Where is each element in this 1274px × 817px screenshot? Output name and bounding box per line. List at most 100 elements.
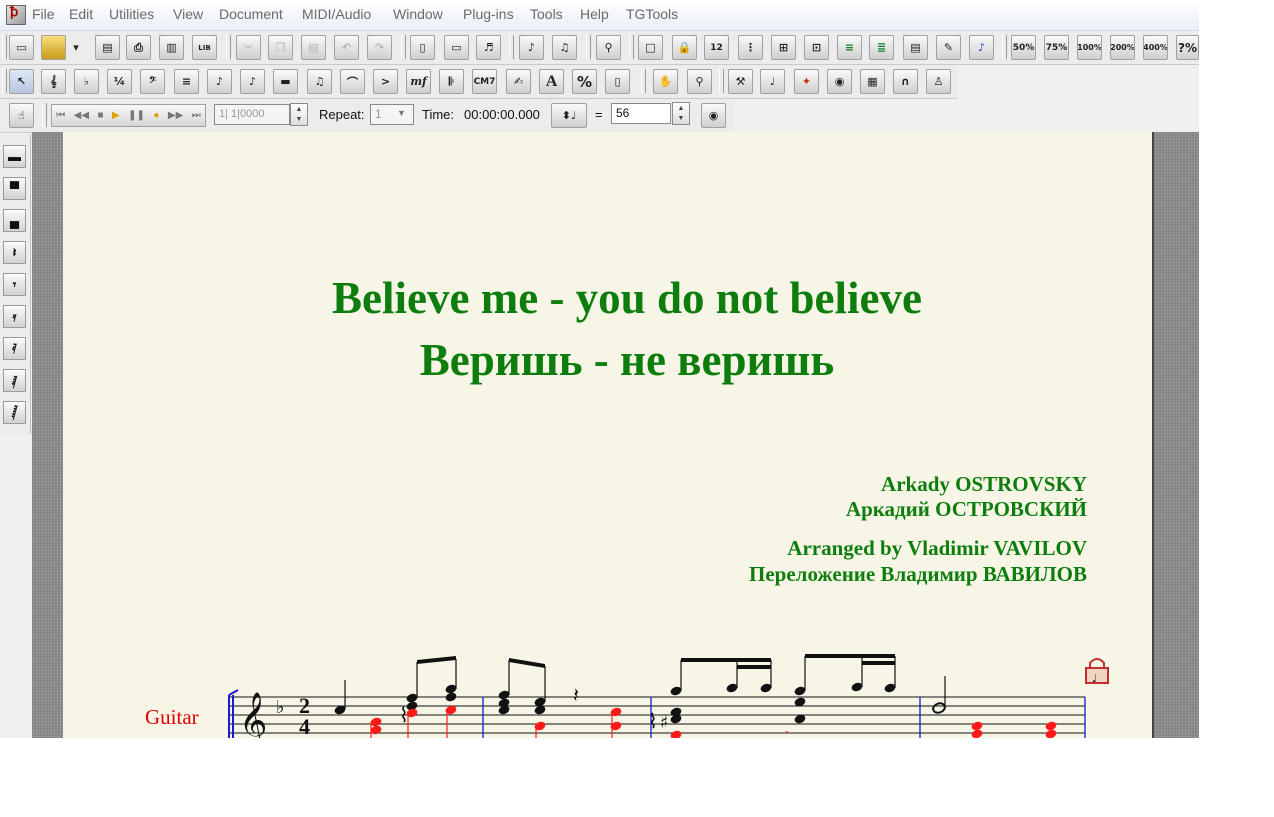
print-icon[interactable]: ⎙ [126, 35, 151, 60]
tempo-field[interactable]: 56 [611, 103, 671, 124]
toolbar-grip[interactable] [2, 35, 7, 59]
speaker-icon[interactable]: ◉ [701, 103, 726, 128]
whole-rest-icon[interactable]: ▀ [3, 177, 26, 200]
speedy-entry-icon[interactable]: ♪ [519, 35, 544, 60]
play-icon[interactable]: ▶ [112, 110, 120, 121]
sixty-fourth-rest-icon[interactable]: 𝅁 [3, 369, 26, 392]
dotted-grid-icon[interactable]: ⊡ [804, 35, 829, 60]
score-title[interactable]: Believe me - you do not believe [63, 272, 1191, 324]
notepad-icon[interactable]: ✎ [936, 35, 961, 60]
menu-utilities[interactable]: Utilities [109, 6, 154, 22]
music-page-icon[interactable]: ♪ [969, 35, 994, 60]
repeat-tool-icon[interactable]: 𝄆 [439, 69, 464, 94]
speedy-entry-tool-icon[interactable]: ♪ [240, 69, 265, 94]
staff-tool-icon[interactable]: 𝄞 [41, 69, 66, 94]
composer-credit[interactable]: Arkady OSTROVSKY [881, 472, 1087, 497]
menu-document[interactable]: Document [219, 6, 283, 22]
quarter-rest-icon[interactable]: 𝄽 [3, 241, 26, 264]
menu-edit[interactable]: Edit [69, 6, 93, 22]
zoom-custom-button[interactable]: ?% [1176, 35, 1199, 60]
zoom-100-button[interactable]: 100% [1077, 35, 1102, 60]
measure-spinner[interactable]: ▲ ▼ [290, 103, 308, 126]
score-subtitle[interactable]: Веришь - не веришь [63, 334, 1191, 386]
undo-icon[interactable]: ↶ [334, 35, 359, 60]
measure-counter-field[interactable]: 1| 1|0000 [214, 104, 290, 125]
menu-file[interactable]: File [32, 6, 55, 22]
studio-view-icon[interactable]: ♬ [476, 35, 501, 60]
arranger-credit-ru[interactable]: Переложение Владимир ВАВИЛОВ [749, 562, 1087, 587]
microphone-icon[interactable]: ⚲ [596, 35, 621, 60]
menu-plug-ins[interactable]: Plug-ins [463, 6, 514, 22]
measure-number-icon[interactable]: 12 [704, 35, 729, 60]
menu-help[interactable]: Help [580, 6, 609, 22]
score-page[interactable]: Believe me - you do not believe Веришь -… [63, 132, 1152, 738]
page-layout-tool-icon[interactable]: ▯ [605, 69, 630, 94]
frame-icon[interactable]: □ [638, 35, 663, 60]
time-signature-tool-icon[interactable]: ¼ [107, 69, 132, 94]
measure-tool-icon[interactable]: ≡ [174, 69, 199, 94]
text-tool-icon[interactable]: A [539, 69, 564, 94]
eighth-rest-icon[interactable]: 𝄾 [3, 273, 26, 296]
hundred-twenty-eighth-rest-icon[interactable]: 𝅂 [3, 401, 26, 424]
clef-tool-icon[interactable]: 𝄢 [140, 69, 165, 94]
tuplet-tool-icon[interactable]: ♫ [307, 69, 332, 94]
copy-icon[interactable]: ❐ [268, 35, 293, 60]
menu-view[interactable]: View [173, 6, 203, 22]
thirty-second-rest-icon[interactable]: 𝅀 [3, 337, 26, 360]
expression-tool-icon[interactable]: mf [406, 69, 431, 94]
scroll-view-icon[interactable]: ▭ [444, 35, 469, 60]
metronome-icon[interactable]: ♙ [926, 69, 951, 94]
menu-tools[interactable]: Tools [530, 6, 563, 22]
double-whole-rest-icon[interactable]: ▬ [3, 145, 26, 168]
repeat-select[interactable]: 1 [370, 104, 414, 125]
menu-tgtools[interactable]: TGTools [626, 6, 678, 22]
special-tools-icon[interactable]: ✦ [794, 69, 819, 94]
menu-midi-audio[interactable]: MIDI/Audio [302, 6, 371, 22]
record-icon[interactable]: ● [153, 110, 159, 121]
guitar-staff[interactable]: 𝄞 ♭ 2 4 ⌇ 𝄽 ⌇ ♯ ″ ♩ [63, 642, 1152, 738]
note-mover-icon[interactable]: ♩ [760, 69, 785, 94]
hand-grabber-icon[interactable]: ✋ [653, 69, 678, 94]
ossia-tool-icon[interactable]: ∩ [893, 69, 918, 94]
graphics-tool-icon[interactable]: ▦ [860, 69, 885, 94]
grid-icon[interactable]: ⊞ [771, 35, 796, 60]
bookmark-page-icon[interactable]: ≣ [869, 35, 894, 60]
open-folder-icon[interactable] [41, 35, 66, 60]
redo-icon[interactable]: ↷ [367, 35, 392, 60]
finale-app-icon[interactable]: ꝥ [6, 5, 26, 25]
hyperscribe-tool-icon[interactable]: ▬ [273, 69, 298, 94]
chord-tool-icon[interactable]: CM7 [472, 69, 497, 94]
zoom-200-button[interactable]: 200% [1110, 35, 1135, 60]
simple-entry-icon[interactable]: ♫ [552, 35, 577, 60]
page-view-icon[interactable]: ▯ [410, 35, 435, 60]
save-icon[interactable]: ▤ [95, 35, 120, 60]
smart-shape-tool-icon[interactable]: ⌒ [340, 69, 365, 94]
key-signature-tool-icon[interactable]: ♭ [74, 69, 99, 94]
arranger-credit[interactable]: Arranged by Vladimir VAVILOV [787, 536, 1087, 561]
resize-tool-icon[interactable]: % [572, 69, 597, 94]
fast-forward-icon[interactable]: ▶▶ [168, 110, 183, 121]
forward-to-end-icon[interactable]: ⏭ [192, 110, 201, 121]
mass-edit-hammer-icon[interactable]: ⚒ [728, 69, 753, 94]
paste-icon[interactable]: ▤ [301, 35, 326, 60]
sixteenth-rest-icon[interactable]: 𝄿 [3, 305, 26, 328]
staff-list-icon[interactable]: ⋮ [738, 35, 763, 60]
lyrics-tool-icon[interactable]: ✍ [506, 69, 531, 94]
articulation-tool-icon[interactable]: > [373, 69, 398, 94]
pause-icon[interactable]: ❚❚ [128, 110, 145, 121]
rewind-icon[interactable]: ◀◀ [74, 110, 89, 121]
selection-tool-icon[interactable]: ↖ [9, 69, 34, 94]
menu-window[interactable]: Window [393, 6, 443, 22]
tempo-note-icon[interactable]: ⬍♩ [551, 103, 587, 128]
document-icon[interactable]: ▤ [903, 35, 928, 60]
half-rest-icon[interactable]: ▄ [3, 209, 26, 232]
hand-playback-icon[interactable]: ☝ [9, 103, 34, 128]
chevron-down-icon[interactable]: ▼ [397, 108, 406, 118]
rewind-to-start-icon[interactable]: ⏮ [56, 110, 65, 121]
new-document-icon[interactable]: ▭ [9, 35, 34, 60]
open-dropdown-icon[interactable]: ▾ [67, 35, 85, 60]
green-page-icon[interactable]: ≡ [837, 35, 862, 60]
stop-icon[interactable]: ■ [98, 110, 104, 121]
tempo-spinner[interactable]: ▲ ▼ [672, 102, 690, 125]
zoom-400-button[interactable]: 400% [1143, 35, 1168, 60]
